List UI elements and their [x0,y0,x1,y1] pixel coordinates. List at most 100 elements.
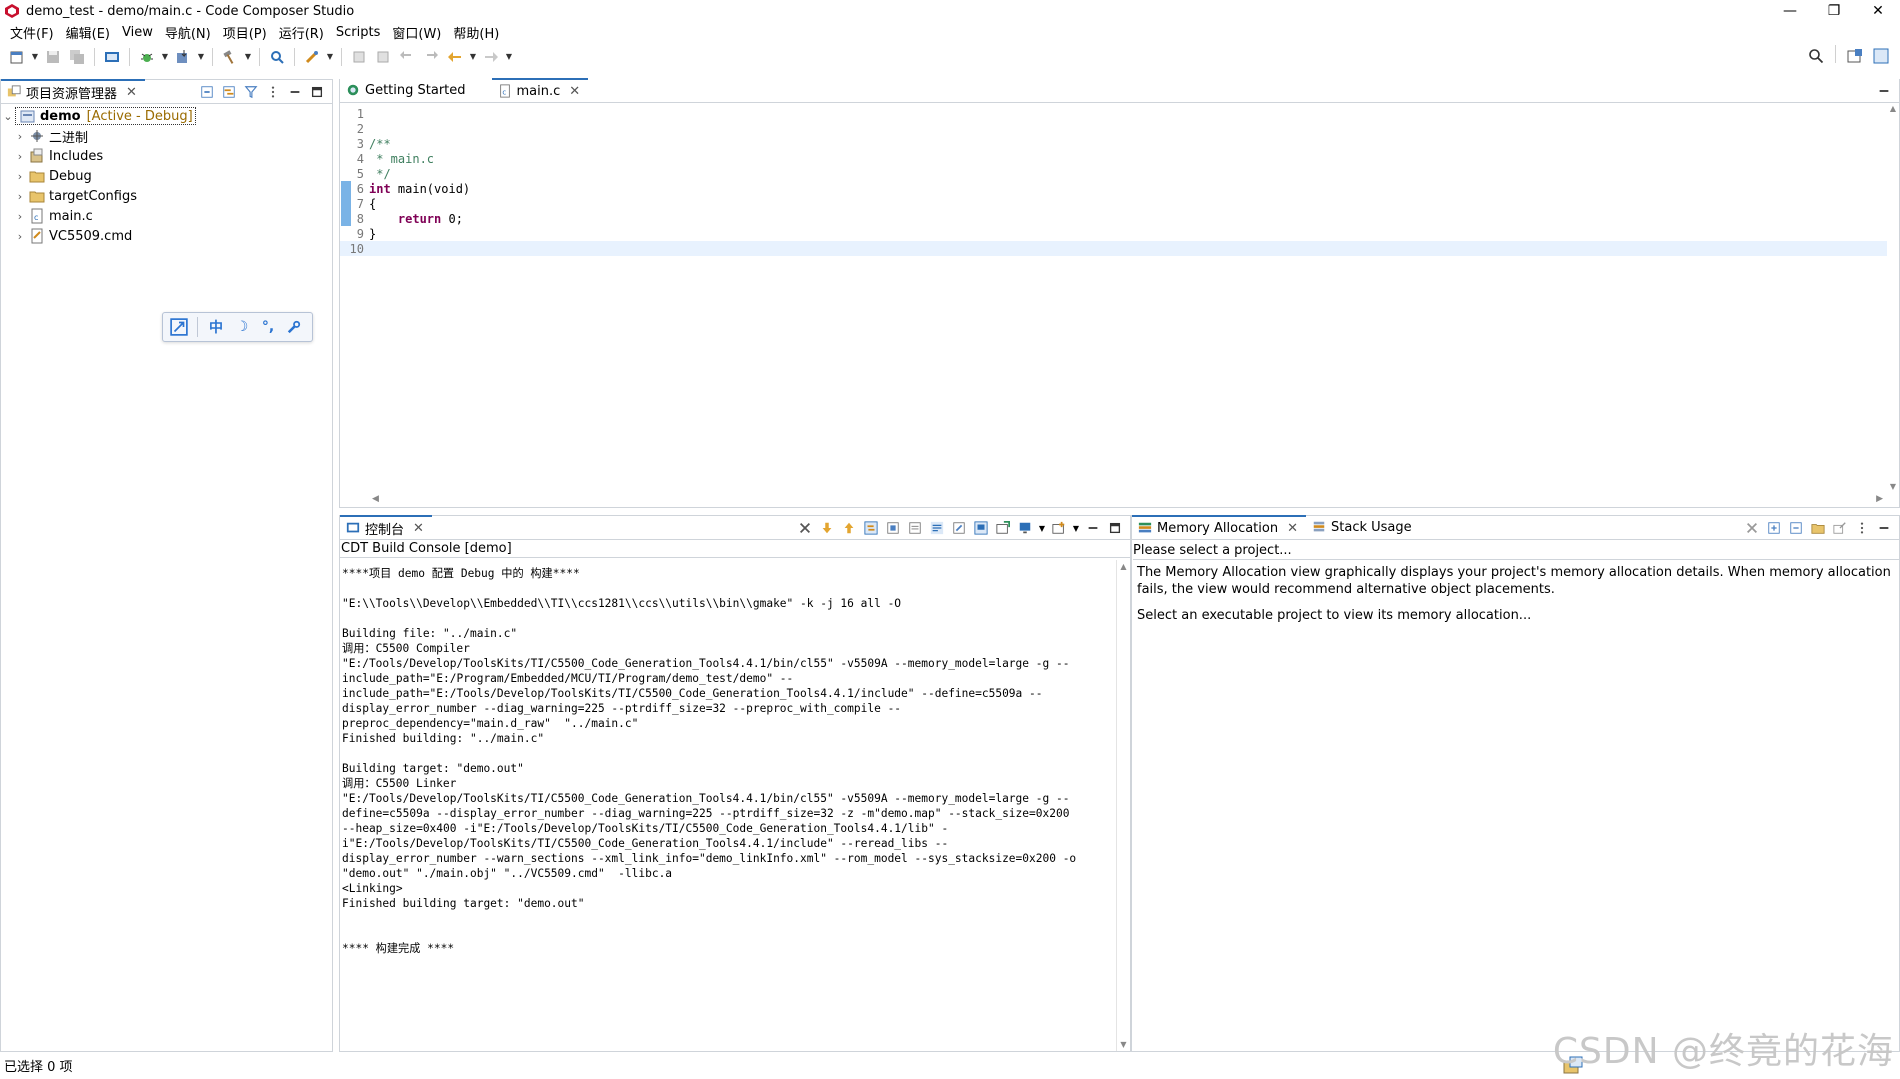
collapse-all-icon[interactable] [1787,519,1805,537]
search-refs-icon[interactable] [266,46,288,68]
ccs-edit-perspective-icon[interactable] [1870,45,1892,67]
menu-navigate[interactable]: 导航(N) [159,23,217,42]
restore-button[interactable]: ❐ [1812,0,1856,22]
editor-horizontal-scrollbar[interactable]: ◀ ▶ [368,491,1887,507]
minimize-view-icon[interactable] [1875,519,1893,537]
terminal-icon[interactable] [101,46,123,68]
previous-error-icon[interactable] [840,519,858,537]
expand-all-icon[interactable] [1765,519,1783,537]
code-line[interactable]: 7{ [340,196,1887,211]
code-line[interactable]: 10 [340,241,1887,256]
clear-console-icon[interactable] [796,519,814,537]
maximize-view-icon[interactable] [1106,519,1124,537]
annotation-prev-icon[interactable] [348,46,370,68]
open-folder-icon[interactable] [1809,519,1827,537]
new-icon[interactable] [6,46,28,68]
minimize-view-icon[interactable] [1084,519,1102,537]
menu-file[interactable]: 文件(F) [4,23,60,42]
open-perspective-icon[interactable] [1844,45,1866,67]
scroll-down-icon[interactable]: ▼ [1890,482,1896,491]
chevron-down-icon[interactable]: ⌄ [1,110,15,123]
export-icon[interactable] [1831,519,1849,537]
chevron-down-icon[interactable]: ▼ [1038,519,1046,537]
console-output[interactable]: ****项目 demo 配置 Debug 中的 构建**** "E:\\Tool… [340,560,1116,1051]
flash-tool-icon[interactable] [301,46,323,68]
scroll-up-icon[interactable]: ▲ [1890,104,1896,113]
load-program-icon[interactable] [172,46,194,68]
debug-dropdown-icon[interactable]: ▼ [160,46,170,68]
clear-icon[interactable] [1743,519,1761,537]
scroll-up-icon[interactable]: ▲ [1120,562,1126,571]
wrench-icon[interactable] [282,315,306,339]
view-menu-icon[interactable] [264,83,282,101]
link-with-editor-icon[interactable] [220,83,238,101]
scroll-down-icon[interactable]: ▼ [1120,1040,1126,1049]
scroll-right-icon[interactable]: ▶ [1876,494,1883,504]
collapse-all-icon[interactable] [198,83,216,101]
tree-root-selection[interactable]: demo [Active - Debug] [15,107,196,125]
code-line[interactable]: 8 return 0; [340,211,1887,226]
chevron-right-icon[interactable]: › [13,170,27,183]
editor-vertical-scrollbar[interactable]: ▲ ▼ [1887,104,1899,491]
tab-memory-allocation[interactable]: Memory Allocation ✕ [1132,515,1306,539]
tree-item-targetconfigs[interactable]: › targetConfigs [1,186,332,206]
next-error-icon[interactable] [818,519,836,537]
punctuation-icon[interactable]: °, [256,315,280,339]
forward-edit-icon[interactable] [420,46,442,68]
close-window-button[interactable]: ✕ [1856,0,1900,22]
code-line[interactable]: 6 int main(void) [340,181,1887,196]
build-dropdown-icon[interactable]: ▼ [243,46,253,68]
save-all-icon[interactable] [66,46,88,68]
maximize-view-icon[interactable] [308,83,326,101]
minimize-button[interactable]: — [1768,0,1812,22]
open-console-icon[interactable] [994,519,1012,537]
close-icon[interactable]: ✕ [413,521,424,536]
view-menu-icon[interactable] [1853,519,1871,537]
load-dropdown-icon[interactable]: ▼ [196,46,206,68]
annotation-next-icon[interactable] [372,46,394,68]
scroll-left-icon[interactable]: ◀ [372,494,379,504]
link-build-icon[interactable] [862,519,880,537]
tree-root-demo[interactable]: ⌄ demo [Active - Debug] [1,106,332,126]
back-dropdown-icon[interactable]: ▼ [468,46,478,68]
menu-window[interactable]: 窗口(W) [386,23,447,42]
menu-edit[interactable]: 编辑(E) [60,23,116,42]
tree-item-debug[interactable]: › Debug [1,166,332,186]
ime-switch-icon[interactable] [167,315,191,339]
menu-run[interactable]: 运行(R) [273,23,330,42]
display-selected-console-icon[interactable] [972,519,990,537]
tree-item-main-c[interactable]: › c main.c [1,206,332,226]
forward-icon[interactable] [480,46,502,68]
code-line[interactable]: 2 [340,121,1887,136]
tree-item-vc5509-cmd[interactable]: › VC5509.cmd [1,226,332,246]
flash-dropdown-icon[interactable]: ▼ [325,46,335,68]
ime-mode-button[interactable]: 中 [204,315,228,339]
new-dropdown-icon[interactable]: ▼ [30,46,40,68]
code-line[interactable]: 4 * main.c [340,151,1887,166]
filter-icon[interactable] [242,83,260,101]
menu-project[interactable]: 项目(P) [217,23,273,42]
code-line[interactable]: 5 */ [340,166,1887,181]
word-wrap-icon[interactable] [928,519,946,537]
back-icon[interactable] [444,46,466,68]
tree-item-binaries[interactable]: › 二进制 [1,126,332,146]
debug-icon[interactable] [136,46,158,68]
new-console-icon[interactable] [1050,519,1068,537]
pin-console-icon[interactable] [950,519,968,537]
build-hammer-icon[interactable] [219,46,241,68]
scroll-lock-icon[interactable] [884,519,902,537]
minimize-view-icon[interactable] [1875,82,1893,100]
tab-main-c[interactable]: c main.c ✕ [491,78,589,102]
code-line[interactable]: 1 [340,106,1887,121]
chevron-right-icon[interactable]: › [13,230,27,243]
last-edit-icon[interactable] [396,46,418,68]
search-icon[interactable] [1805,45,1827,67]
moon-icon[interactable]: ☽ [230,315,254,339]
chevron-right-icon[interactable]: › [13,130,27,143]
tab-getting-started[interactable]: Getting Started [340,78,474,102]
chevron-down-icon[interactable]: ▼ [1072,519,1080,537]
code-editor[interactable]: 1 2 3/** 4 * main.c 5 */6 int main(void) 7{8 r… [340,104,1899,491]
chevron-right-icon[interactable]: › [13,190,27,203]
menu-help[interactable]: 帮助(H) [447,23,505,42]
tab-console[interactable]: 控制台 ✕ [340,515,432,539]
